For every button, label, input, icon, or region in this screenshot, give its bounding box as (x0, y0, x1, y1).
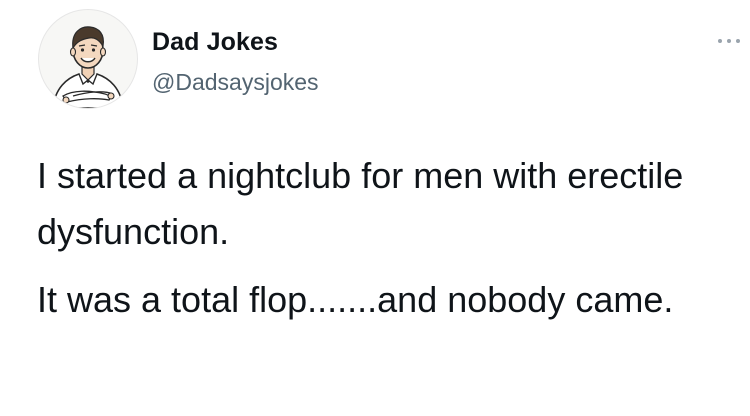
user-handle[interactable]: @Dadsaysjokes (152, 69, 319, 96)
tweet-paragraph: I started a nightclub for men with erect… (37, 155, 684, 252)
tweet-card: Dad Jokes @Dadsaysjokes I started a nigh… (0, 0, 750, 416)
more-options-button[interactable] (716, 32, 742, 50)
display-name[interactable]: Dad Jokes (152, 28, 278, 57)
tweet-paragraph: It was a total flop.......and nobody cam… (37, 279, 674, 320)
tweet-text: I started a nightclub for men with erect… (37, 148, 727, 340)
cartoon-man-avatar-icon (52, 26, 124, 108)
avatar[interactable] (38, 9, 138, 109)
